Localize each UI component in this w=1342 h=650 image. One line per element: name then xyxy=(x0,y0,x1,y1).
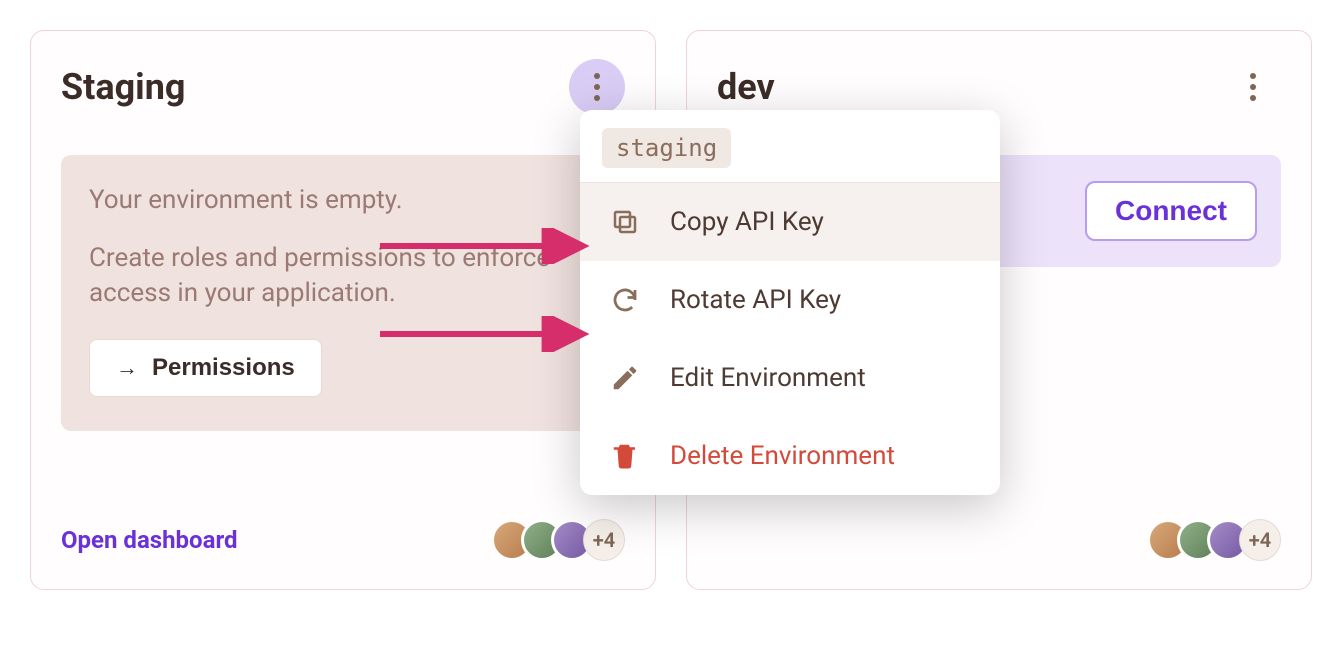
avatar-stack[interactable]: +4 xyxy=(491,519,625,561)
more-vertical-icon xyxy=(1250,73,1256,101)
avatar-more-count: +4 xyxy=(583,519,625,561)
empty-title: Your environment is empty. xyxy=(89,185,597,215)
more-vertical-icon xyxy=(594,73,600,101)
card-footer: +4 xyxy=(717,519,1281,561)
connect-button[interactable]: Connect xyxy=(1085,181,1257,241)
menu-item-delete-environment[interactable]: Delete Environment xyxy=(580,417,1000,495)
environment-actions-popover: staging Copy API Key Rotate API Key Edit… xyxy=(580,110,1000,495)
card-header: Staging xyxy=(61,59,625,115)
permissions-button[interactable]: → Permissions xyxy=(89,339,322,397)
menu-item-copy-api-key[interactable]: Copy API Key xyxy=(580,183,1000,261)
menu-item-rotate-api-key[interactable]: Rotate API Key xyxy=(580,261,1000,339)
more-button[interactable] xyxy=(1225,59,1281,115)
menu-item-label: Rotate API Key xyxy=(670,285,841,315)
trash-icon xyxy=(608,439,642,473)
more-button[interactable] xyxy=(569,59,625,115)
permissions-button-label: Permissions xyxy=(152,354,295,382)
pencil-icon xyxy=(608,361,642,395)
empty-state-box: Your environment is empty. Create roles … xyxy=(61,155,625,431)
empty-description: Create roles and permissions to enforce … xyxy=(89,241,597,311)
card-title: dev xyxy=(717,66,775,108)
card-footer: Open dashboard +4 xyxy=(61,519,625,561)
menu-item-edit-environment[interactable]: Edit Environment xyxy=(580,339,1000,417)
arrow-right-icon: → xyxy=(116,355,138,381)
card-header: dev xyxy=(717,59,1281,115)
menu-item-label: Copy API Key xyxy=(670,207,824,237)
menu-item-label: Delete Environment xyxy=(670,441,895,471)
environment-tag: staging xyxy=(602,128,731,168)
open-dashboard-link[interactable]: Open dashboard xyxy=(61,526,238,554)
menu-item-label: Edit Environment xyxy=(670,363,866,393)
environment-card-staging: Staging Your environment is empty. Creat… xyxy=(30,30,656,590)
card-title: Staging xyxy=(61,66,185,108)
rotate-icon xyxy=(608,283,642,317)
copy-icon xyxy=(608,205,642,239)
avatar-stack[interactable]: +4 xyxy=(1147,519,1281,561)
avatar-more-count: +4 xyxy=(1239,519,1281,561)
